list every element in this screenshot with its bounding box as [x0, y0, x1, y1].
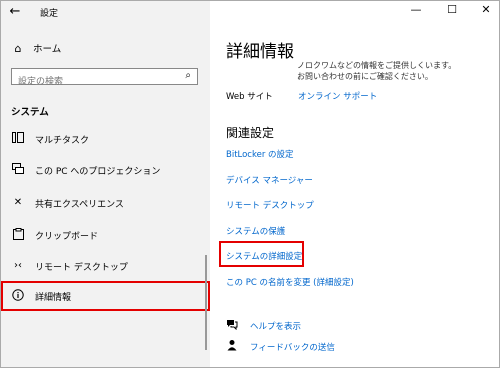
device-manager-link[interactable]: デバイス マネージャー [226, 174, 313, 186]
sidebar-item-remote-desktop[interactable]: ›‹ リモート デスクトップ [11, 257, 128, 275]
sidebar-item-label: この PC へのプロジェクション [35, 166, 161, 177]
help-chat-icon [226, 319, 238, 333]
search-input[interactable] [12, 74, 178, 90]
remote-desktop-link[interactable]: リモート デスクトップ [226, 199, 314, 211]
support-description: ノロクワムなどの情報をご提供しくいます。 お問い合わせの前にご確認ください。 [297, 60, 456, 82]
system-protection-link[interactable]: システムの保護 [226, 225, 285, 237]
about-highlight-box [1, 281, 210, 311]
sidebar-item-label: 共有エクスペリエンス [35, 199, 124, 210]
advanced-settings-highlight-box [219, 241, 304, 267]
shared-experience-icon: ✕ [13, 197, 23, 208]
back-arrow-icon[interactable]: ← [8, 4, 22, 19]
maximize-icon[interactable]: ☐ [443, 3, 461, 16]
sidebar-item-clipboard[interactable]: クリップボード [11, 226, 98, 244]
get-help-row[interactable]: ヘルプを表示 [226, 319, 301, 333]
projection-icon [11, 163, 25, 177]
page-title: 詳細情報 [226, 42, 294, 62]
sidebar-home[interactable]: ⌂ ホーム [11, 41, 62, 56]
online-support-link[interactable]: オンライン サポート [298, 90, 377, 102]
related-settings-heading: 関連設定 [226, 126, 275, 140]
search-box[interactable]: ⌕ [11, 68, 198, 90]
home-icon: ⌂ [14, 41, 22, 55]
window-title: 設定 [40, 9, 59, 19]
feedback-person-icon [226, 339, 238, 354]
bitlocker-settings-link[interactable]: BitLocker の設定 [226, 148, 294, 160]
rename-pc-link[interactable]: この PC の名前を変更 (詳細設定) [226, 276, 354, 288]
sidebar-item-multitask[interactable]: マルチタスク [11, 130, 89, 148]
sidebar-item-label: マルチタスク [35, 135, 90, 146]
support-description-line: ノロクワムなどの情報をご提供しくいます。 [297, 61, 457, 70]
sidebar-scrollbar[interactable] [205, 255, 207, 350]
remote-desktop-icon: ›‹ [14, 260, 22, 271]
get-help-link[interactable]: ヘルプを表示 [250, 320, 301, 332]
feedback-row[interactable]: フィードバックの送信 [226, 339, 335, 354]
sidebar-item-shared[interactable]: ✕ 共有エクスペリエンス [11, 194, 124, 212]
search-icon[interactable]: ⌕ [185, 70, 191, 81]
multitask-icon [11, 132, 25, 146]
sidebar-home-label: ホーム [33, 44, 62, 55]
sidebar-item-projection[interactable]: この PC へのプロジェクション [11, 161, 160, 179]
sidebar-section-title: システム [11, 107, 49, 118]
sidebar [1, 1, 210, 367]
minimize-icon[interactable]: — [407, 3, 425, 16]
sidebar-item-label: リモート デスクトップ [35, 262, 128, 273]
clipboard-icon [11, 228, 25, 242]
close-icon[interactable]: ✕ [477, 3, 495, 16]
website-label: Web サイト [226, 92, 273, 102]
feedback-link[interactable]: フィードバックの送信 [250, 341, 335, 353]
support-description-line: お問い合わせの前にご確認ください。 [297, 72, 433, 81]
sidebar-item-label: クリップボード [35, 231, 99, 242]
